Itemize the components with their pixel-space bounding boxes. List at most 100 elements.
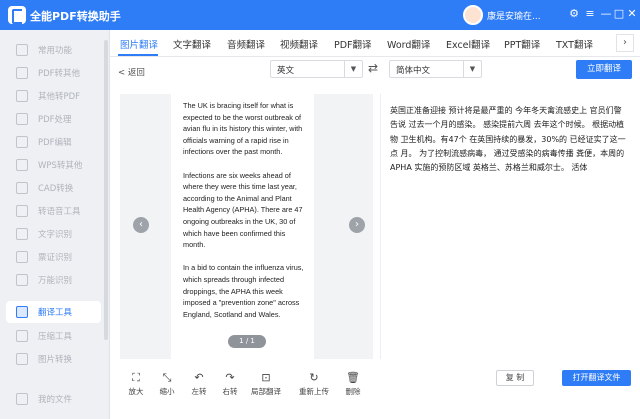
rotate-right-icon: ↷: [225, 371, 235, 384]
translate-now-button[interactable]: 立即翻译: [576, 60, 632, 79]
text-ocr-icon: [16, 228, 28, 240]
sidebar-item-label: 票证识别: [38, 253, 73, 263]
page-indicator: 1 / 1: [228, 335, 266, 348]
sidebar-item-to-speech[interactable]: 转语音工具: [6, 200, 101, 222]
tab-ppt-translate[interactable]: PPT翻译: [504, 37, 540, 51]
sidebar-item-other-to-pdf[interactable]: 其他转PDF: [6, 85, 101, 107]
tool-label: 删除: [345, 387, 361, 396]
tool-label: 左转: [191, 387, 207, 396]
rotate-left-button[interactable]: ↶ 左转: [182, 370, 216, 404]
refresh-icon: ↻: [309, 371, 319, 384]
open-translation-file-button[interactable]: 打开翻译文件: [562, 370, 631, 386]
tool-label: 右转: [222, 387, 238, 396]
source-language-select[interactable]: 英文 ▼: [270, 60, 363, 78]
sidebar-scrollbar[interactable]: [104, 40, 108, 340]
menu-icon[interactable]: ≡: [582, 7, 598, 21]
sidebar-item-pdf-to-other[interactable]: PDF转其他: [6, 62, 101, 84]
source-page: The UK is bracing itself for what is exp…: [171, 94, 314, 359]
folder-icon: [16, 393, 28, 405]
sidebar-item-text-ocr[interactable]: 文字识别: [6, 223, 101, 245]
compress-icon: [16, 330, 28, 342]
swap-language-icon[interactable]: ⇄: [368, 61, 378, 75]
sidebar-item-label: CAD转换: [38, 184, 74, 194]
tab-audio-translate[interactable]: 音频翻译: [227, 37, 265, 51]
title-bar: 全能PDF转换助手 康是安瑜在... ⚙ ≡ — □ ✕: [0, 0, 640, 30]
sidebar-item-label: PDF处理: [38, 115, 72, 125]
copy-button[interactable]: 复 制: [496, 370, 534, 386]
sidebar-item-ticket-ocr[interactable]: 票证识别: [6, 246, 101, 268]
sidebar-item-label: 我的文件: [38, 395, 73, 405]
sidebar-item-label: 常用功能: [38, 46, 73, 56]
close-icon[interactable]: ✕: [624, 7, 640, 21]
zoom-out-button[interactable]: ⤡ 缩小: [150, 370, 184, 404]
tool-label: 重新上传: [299, 387, 329, 396]
sidebar-item-label: 转语音工具: [38, 207, 81, 217]
tab-pdf-translate[interactable]: PDF翻译: [334, 37, 372, 51]
shrink-icon: ⤡: [162, 371, 172, 384]
main-panel: 图片翻译 文字翻译 音频翻译 视频翻译 PDF翻译 Word翻译 Excel翻译…: [110, 30, 640, 419]
tab-more-button[interactable]: ›: [616, 34, 634, 52]
zoom-in-button[interactable]: ⛶ 放大: [119, 370, 153, 404]
source-image-pane: The UK is bracing itself for what is exp…: [120, 94, 373, 359]
tab-image-translate[interactable]: 图片翻译: [120, 37, 158, 51]
tab-word-translate[interactable]: Word翻译: [387, 37, 430, 51]
translate-icon: [16, 306, 28, 318]
speech-icon: [16, 205, 28, 217]
sidebar-item-label: 压缩工具: [38, 332, 73, 342]
sidebar-item-universal-ocr[interactable]: 万能识别: [6, 269, 101, 291]
tab-txt-translate[interactable]: TXT翻译: [556, 37, 593, 51]
ticket-icon: [16, 251, 28, 263]
chevron-down-icon: ▼: [463, 61, 481, 77]
image-icon: [16, 353, 28, 365]
tab-bar: 图片翻译 文字翻译 音频翻译 视频翻译 PDF翻译 Word翻译 Excel翻译…: [110, 30, 640, 57]
user-name[interactable]: 康是安瑜在...: [487, 9, 547, 22]
edit-icon: [16, 136, 28, 148]
sidebar-item-translate[interactable]: 翻译工具: [6, 301, 101, 323]
sidebar-item-compress[interactable]: 压缩工具: [6, 325, 101, 347]
pdf-icon: [16, 67, 28, 79]
sidebar-item-label: WPS转其他: [38, 161, 83, 171]
prev-page-button[interactable]: ‹: [133, 217, 149, 233]
target-language-value: 简体中文: [396, 66, 431, 76]
source-paragraph: Infections are six weeks ahead of where …: [183, 170, 303, 250]
rotate-left-icon: ↶: [194, 371, 204, 384]
source-language-value: 英文: [277, 66, 295, 76]
user-avatar[interactable]: [463, 5, 483, 25]
app-logo-icon: [8, 6, 26, 24]
partial-translate-button[interactable]: ⊡ 局部翻译: [249, 370, 283, 404]
settings-icon[interactable]: ⚙: [566, 7, 582, 21]
sidebar-item-label: 图片转换: [38, 355, 73, 365]
sidebar-item-label: PDF转其他: [38, 69, 81, 79]
sidebar-item-image-convert[interactable]: 图片转换: [6, 348, 101, 370]
next-page-button[interactable]: ›: [349, 217, 365, 233]
back-button[interactable]: < 返回: [118, 66, 145, 78]
translation-pane: 英国正准备迎接 预计将是最严重的 今年冬天禽流感史上 官员们警告说 过去一个月的…: [380, 94, 632, 359]
tab-excel-translate[interactable]: Excel翻译: [446, 37, 490, 51]
source-paragraph: The UK is bracing itself for what is exp…: [183, 101, 303, 157]
file-icon: [16, 90, 28, 102]
image-toolbar: ⛶ 放大 ⤡ 缩小 ↶ 左转 ↷ 右转 ⊡ 局部翻译 ↻ 重新上传 🗑 删除 复 制 打开翻译…: [110, 370, 640, 419]
tool-label: 放大: [128, 387, 144, 396]
target-language-select[interactable]: 简体中文 ▼: [389, 60, 482, 78]
sidebar-item-pdf-process[interactable]: PDF处理: [6, 108, 101, 130]
sidebar-item-my-files[interactable]: 我的文件: [6, 388, 101, 410]
delete-button[interactable]: 🗑 删除: [336, 370, 370, 404]
tab-video-translate[interactable]: 视频翻译: [280, 37, 318, 51]
sidebar-item-common[interactable]: 常用功能: [6, 39, 101, 61]
source-text: The UK is bracing itself for what is exp…: [183, 100, 307, 332]
translated-text[interactable]: 英国正准备迎接 预计将是最严重的 今年冬天禽流感史上 官员们警告说 过去一个月的…: [390, 104, 626, 175]
reupload-button[interactable]: ↻ 重新上传: [297, 370, 331, 404]
pdf-process-icon: [16, 113, 28, 125]
wps-icon: [16, 159, 28, 171]
sidebar-item-wps-to-other[interactable]: WPS转其他: [6, 154, 101, 176]
tool-label: 缩小: [159, 387, 175, 396]
cad-icon: [16, 182, 28, 194]
sidebar-item-pdf-edit[interactable]: PDF编辑: [6, 131, 101, 153]
sidebar-item-label: 其他转PDF: [38, 92, 81, 102]
sidebar-item-cad[interactable]: CAD转换: [6, 177, 101, 199]
sidebar-item-label: 万能识别: [38, 276, 73, 286]
rotate-right-button[interactable]: ↷ 右转: [213, 370, 247, 404]
scan-icon: [16, 274, 28, 286]
tab-text-translate[interactable]: 文字翻译: [173, 37, 211, 51]
fullscreen-icon: ⛶: [132, 371, 140, 384]
